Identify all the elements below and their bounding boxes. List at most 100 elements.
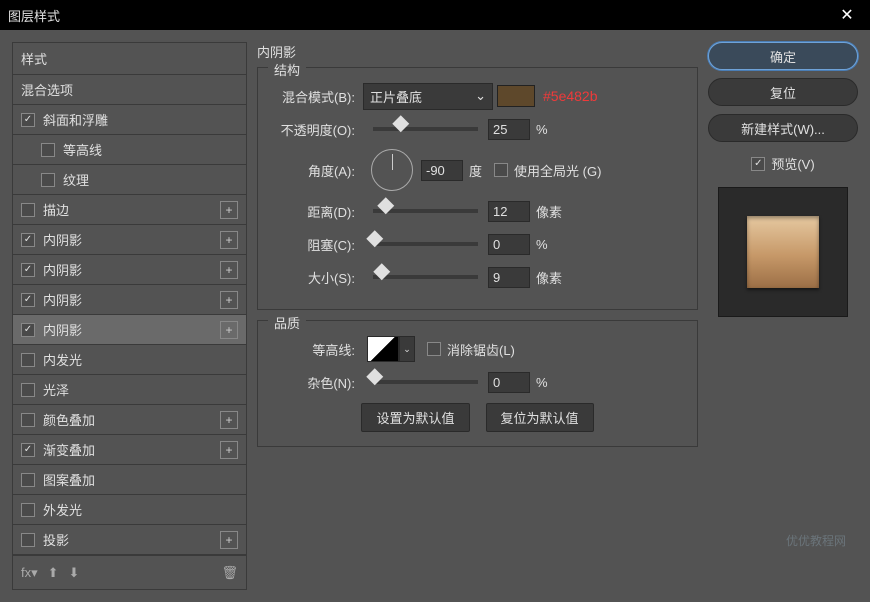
style-checkbox[interactable]: [21, 383, 35, 397]
dialog-title: 图层样式: [8, 6, 60, 25]
size-input[interactable]: 9: [488, 267, 530, 288]
quality-fieldset: 品质 等高线: ⌄ 消除锯齿(L) 杂色(N): 0 % 设置为默认值 复位为: [257, 320, 698, 447]
color-annotation: #5e482b: [543, 88, 598, 104]
preview-checkbox[interactable]: ✓: [751, 157, 765, 171]
style-label: 等高线: [63, 140, 102, 159]
add-effect-button[interactable]: +: [220, 201, 238, 219]
style-checkbox[interactable]: [41, 173, 55, 187]
global-light-label: 使用全局光 (G): [514, 161, 601, 180]
noise-slider[interactable]: [373, 380, 478, 384]
fx-icon[interactable]: fx▾: [21, 565, 38, 581]
style-label: 内阴影: [43, 320, 82, 339]
style-checkbox[interactable]: [21, 533, 35, 547]
reset-default-button[interactable]: 复位为默认值: [486, 403, 594, 432]
opacity-input[interactable]: 25: [488, 119, 530, 140]
style-checkbox[interactable]: ✓: [21, 323, 35, 337]
style-item[interactable]: ✓ 内阴影 +: [13, 285, 246, 315]
opacity-slider[interactable]: [373, 127, 478, 131]
style-item[interactable]: ✓ 内阴影 +: [13, 255, 246, 285]
settings-panel: 内阴影 结构 混合模式(B): 正片叠底 ⌄ #5e482b 不透明度(O): …: [257, 42, 698, 590]
choke-label: 阻塞(C):: [270, 235, 355, 254]
noise-input[interactable]: 0: [488, 372, 530, 393]
style-checkbox[interactable]: ✓: [21, 443, 35, 457]
style-item[interactable]: 等高线: [13, 135, 246, 165]
global-light-checkbox[interactable]: [494, 163, 508, 177]
style-item[interactable]: ✓渐变叠加+: [13, 435, 246, 465]
style-item[interactable]: 图案叠加: [13, 465, 246, 495]
add-effect-button[interactable]: +: [220, 231, 238, 249]
angle-label: 角度(A):: [270, 161, 355, 180]
style-checkbox[interactable]: ✓: [21, 233, 35, 247]
blend-options[interactable]: 混合选项: [13, 75, 246, 105]
down-icon[interactable]: ⬇: [69, 565, 80, 581]
preview-swatch: [747, 216, 819, 288]
style-label: 内阴影: [43, 230, 82, 249]
add-effect-button[interactable]: +: [220, 411, 238, 429]
style-label: 投影: [43, 530, 69, 549]
style-checkbox[interactable]: [21, 473, 35, 487]
chevron-down-icon: ⌄: [475, 88, 486, 104]
style-item[interactable]: 内发光: [13, 345, 246, 375]
antialias-checkbox[interactable]: [427, 342, 441, 356]
style-label: 光泽: [43, 380, 69, 399]
angle-input[interactable]: -90: [421, 160, 463, 181]
choke-slider[interactable]: [373, 242, 478, 246]
distance-input[interactable]: 12: [488, 201, 530, 222]
style-checkbox[interactable]: [41, 143, 55, 157]
trash-icon[interactable]: 🗑: [221, 565, 238, 581]
style-checkbox[interactable]: [21, 353, 35, 367]
contour-label: 等高线:: [270, 340, 355, 359]
new-style-button[interactable]: 新建样式(W)...: [708, 114, 858, 142]
up-icon[interactable]: ⬆: [48, 565, 59, 581]
style-item[interactable]: 光泽: [13, 375, 246, 405]
preview-label: 预览(V): [771, 154, 814, 173]
add-effect-button[interactable]: +: [220, 321, 238, 339]
styles-list: 样式 混合选项 ✓斜面和浮雕等高线纹理描边+ ✓ 内阴影 + ✓ 内阴影 + ✓ 内阴影 + ✓ 内阴…: [12, 42, 247, 590]
style-label: 内阴影: [43, 260, 82, 279]
style-item[interactable]: ✓ 内阴影 +: [13, 315, 246, 345]
style-checkbox[interactable]: [21, 503, 35, 517]
styles-header: 样式: [13, 43, 246, 75]
add-effect-button[interactable]: +: [220, 291, 238, 309]
distance-unit: 像素: [536, 202, 562, 221]
style-label: 内阴影: [43, 290, 82, 309]
close-button[interactable]: ✕: [832, 0, 862, 30]
style-label: 图案叠加: [43, 470, 95, 489]
cancel-button[interactable]: 复位: [708, 78, 858, 106]
structure-fieldset: 结构 混合模式(B): 正片叠底 ⌄ #5e482b 不透明度(O): 25 %: [257, 67, 698, 310]
size-label: 大小(S):: [270, 268, 355, 287]
add-effect-button[interactable]: +: [220, 261, 238, 279]
style-label: 外发光: [43, 500, 82, 519]
add-effect-button[interactable]: +: [220, 441, 238, 459]
style-checkbox[interactable]: [21, 203, 35, 217]
add-effect-button[interactable]: +: [220, 531, 238, 549]
style-label: 内发光: [43, 350, 82, 369]
style-item[interactable]: ✓ 内阴影 +: [13, 225, 246, 255]
opacity-label: 不透明度(O):: [270, 120, 355, 139]
style-checkbox[interactable]: ✓: [21, 263, 35, 277]
blend-mode-dropdown[interactable]: 正片叠底 ⌄: [363, 83, 493, 110]
style-label: 颜色叠加: [43, 410, 95, 429]
style-item[interactable]: ✓斜面和浮雕: [13, 105, 246, 135]
style-item[interactable]: 外发光: [13, 495, 246, 525]
style-checkbox[interactable]: ✓: [21, 293, 35, 307]
contour-dropdown[interactable]: ⌄: [399, 336, 415, 362]
style-item[interactable]: 描边+: [13, 195, 246, 225]
antialias-label: 消除锯齿(L): [447, 340, 515, 359]
quality-legend: 品质: [268, 313, 306, 332]
style-item[interactable]: 投影 +: [13, 525, 246, 555]
choke-input[interactable]: 0: [488, 234, 530, 255]
color-swatch[interactable]: [497, 85, 535, 107]
style-checkbox[interactable]: ✓: [21, 113, 35, 127]
style-checkbox[interactable]: [21, 413, 35, 427]
make-default-button[interactable]: 设置为默认值: [361, 403, 469, 432]
distance-slider[interactable]: [373, 209, 478, 213]
distance-label: 距离(D):: [270, 202, 355, 221]
opacity-unit: %: [536, 122, 548, 137]
ok-button[interactable]: 确定: [708, 42, 858, 70]
angle-dial[interactable]: [371, 149, 413, 191]
style-item[interactable]: 纹理: [13, 165, 246, 195]
contour-picker[interactable]: [367, 336, 399, 362]
size-slider[interactable]: [373, 275, 478, 279]
style-item[interactable]: 颜色叠加 +: [13, 405, 246, 435]
